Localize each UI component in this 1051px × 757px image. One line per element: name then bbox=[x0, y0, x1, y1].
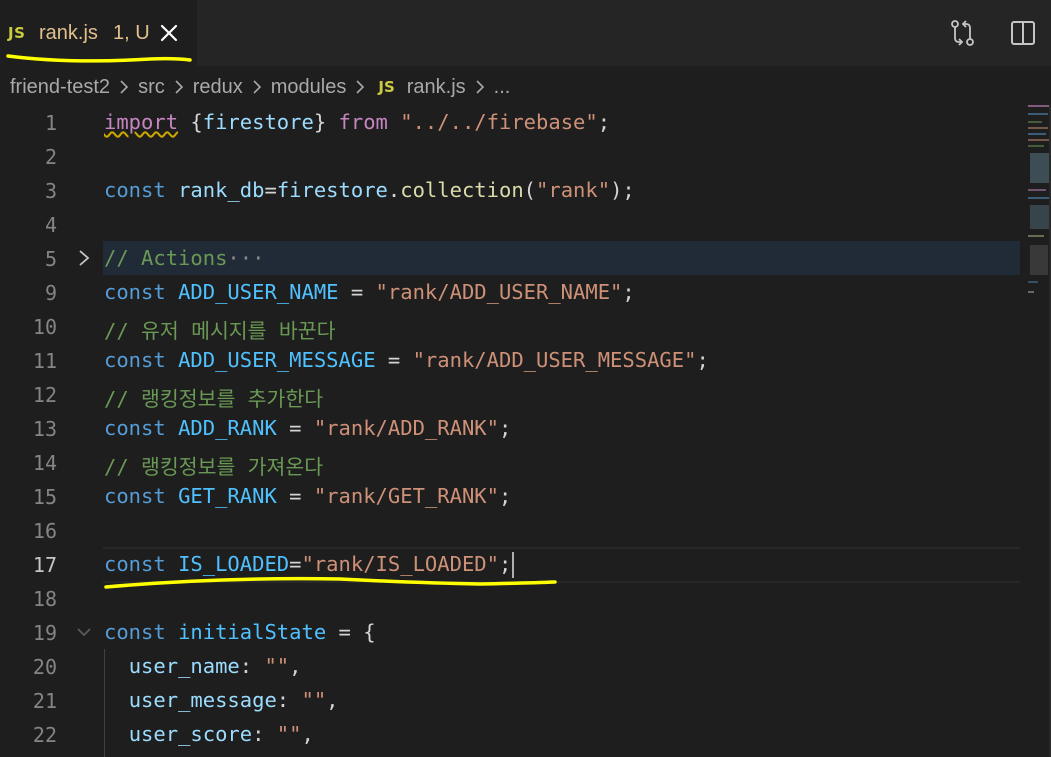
line-content: user_name: "", bbox=[128, 654, 302, 678]
split-editor-icon[interactable] bbox=[1008, 18, 1038, 48]
code-line-folded[interactable]: 5 // Actions··· bbox=[0, 241, 1051, 275]
line-number: 12 bbox=[32, 383, 57, 407]
line-content: user_message: "", bbox=[128, 688, 339, 712]
line-content: const GET_RANK = "rank/GET_RANK"; bbox=[104, 484, 512, 508]
tab-bar: JS rank.js 1, U bbox=[0, 0, 1051, 66]
breadcrumb-item-redux[interactable]: redux bbox=[193, 76, 243, 99]
breadcrumb-item-modules[interactable]: modules bbox=[271, 76, 347, 99]
line-number: 2 bbox=[44, 145, 57, 169]
breadcrumb-item-file[interactable]: rank.js bbox=[407, 76, 466, 99]
code-line[interactable]: 19 const initialState = { bbox=[0, 615, 1051, 649]
code-line[interactable]: 10 // 유저 메시지를 바꾼다 bbox=[0, 309, 1051, 343]
code-line[interactable]: 15 const GET_RANK = "rank/GET_RANK"; bbox=[0, 479, 1051, 513]
code-editor[interactable]: 1 import {firestore} from "../../firebas… bbox=[0, 105, 1051, 757]
fold-ellipsis[interactable]: ··· bbox=[227, 246, 264, 270]
line-number: 20 bbox=[32, 655, 57, 679]
breadcrumb-item-symbols[interactable]: ... bbox=[494, 76, 511, 99]
line-number: 16 bbox=[32, 519, 57, 543]
annotation-underline bbox=[104, 576, 557, 589]
line-content: const initialState = { bbox=[104, 620, 376, 644]
chevron-right-icon bbox=[253, 80, 261, 94]
line-content: // 랭킹정보를 추가한다 bbox=[104, 387, 324, 411]
line-content: const ADD_USER_NAME = "rank/ADD_USER_NAM… bbox=[104, 280, 635, 304]
code-line[interactable]: 14 // 랭킹정보를 가져온다 bbox=[0, 445, 1051, 479]
javascript-file-icon: JS bbox=[378, 78, 395, 96]
code-line[interactable]: 22 user_score: "", bbox=[0, 717, 1051, 751]
tab-filename: rank.js bbox=[39, 22, 98, 44]
line-content: // 랭킹정보를 가져온다 bbox=[104, 455, 324, 479]
line-content: import {firestore} from "../../firebase"… bbox=[104, 110, 611, 134]
line-number: 5 bbox=[44, 247, 57, 271]
code-line[interactable]: 3 const rank_db=firestore.collection("ra… bbox=[0, 173, 1051, 207]
chevron-right-icon bbox=[356, 80, 365, 94]
chevron-down-icon[interactable] bbox=[76, 623, 92, 641]
git-compare-icon[interactable] bbox=[948, 18, 978, 48]
javascript-file-icon: JS bbox=[8, 24, 26, 42]
code-line[interactable]: 18 bbox=[0, 576, 1051, 615]
code-line[interactable]: 21 user_message: "", bbox=[0, 683, 1051, 717]
line-number: 4 bbox=[44, 213, 57, 237]
line-content: // 유저 메시지를 바꾼다 bbox=[104, 319, 336, 343]
code-line[interactable]: 13 const ADD_RANK = "rank/ADD_RANK"; bbox=[0, 411, 1051, 445]
code-line[interactable]: 2 bbox=[0, 139, 1051, 173]
minimap[interactable] bbox=[1026, 105, 1051, 305]
breadcrumb: friend-test2 src redux modules JS rank.j… bbox=[10, 70, 510, 104]
line-number: 11 bbox=[32, 349, 57, 373]
chevron-right-icon bbox=[476, 80, 484, 94]
chevron-right-icon[interactable] bbox=[76, 249, 92, 267]
code-line[interactable]: 16 bbox=[0, 513, 1051, 547]
indent-guide bbox=[104, 649, 105, 757]
code-line[interactable]: 11 const ADD_USER_MESSAGE = "rank/ADD_US… bbox=[0, 343, 1051, 377]
chevron-right-icon bbox=[120, 80, 129, 94]
line-number: 18 bbox=[32, 587, 57, 611]
line-content: user_score: "", bbox=[128, 722, 314, 746]
code-line[interactable]: 20 user_name: "", bbox=[0, 649, 1051, 683]
line-number: 14 bbox=[32, 451, 57, 475]
line-number: 9 bbox=[44, 281, 57, 305]
line-number: 15 bbox=[32, 485, 57, 509]
line-content: const rank_db=firestore.collection("rank… bbox=[104, 178, 635, 202]
annotation-underline bbox=[6, 54, 192, 63]
code-line[interactable]: 1 import {firestore} from "../../firebas… bbox=[0, 105, 1051, 139]
line-number: 17 bbox=[32, 553, 57, 577]
line-content: const ADD_USER_MESSAGE = "rank/ADD_USER_… bbox=[104, 348, 709, 372]
line-number: 10 bbox=[32, 315, 57, 339]
tab-rank-js[interactable]: JS rank.js 1, U bbox=[0, 0, 197, 66]
line-number: 1 bbox=[44, 111, 57, 135]
line-number: 21 bbox=[32, 689, 57, 713]
breadcrumb-item-src[interactable]: src bbox=[138, 76, 165, 99]
line-number: 22 bbox=[32, 723, 57, 747]
line-content: // Actions··· bbox=[104, 246, 265, 270]
close-icon[interactable] bbox=[156, 18, 182, 48]
code-line[interactable]: 12 // 랭킹정보를 추가한다 bbox=[0, 377, 1051, 411]
chevron-right-icon bbox=[175, 80, 183, 94]
tab-status-badge: 1, U bbox=[113, 22, 150, 44]
code-line[interactable]: 9 const ADD_USER_NAME = "rank/ADD_USER_N… bbox=[0, 275, 1051, 309]
line-number: 3 bbox=[44, 179, 57, 203]
line-number: 13 bbox=[32, 417, 57, 441]
line-content: const ADD_RANK = "rank/ADD_RANK"; bbox=[104, 416, 512, 440]
code-line[interactable]: 4 bbox=[0, 207, 1051, 241]
breadcrumb-item-project[interactable]: friend-test2 bbox=[10, 76, 110, 99]
line-number: 19 bbox=[32, 621, 57, 645]
